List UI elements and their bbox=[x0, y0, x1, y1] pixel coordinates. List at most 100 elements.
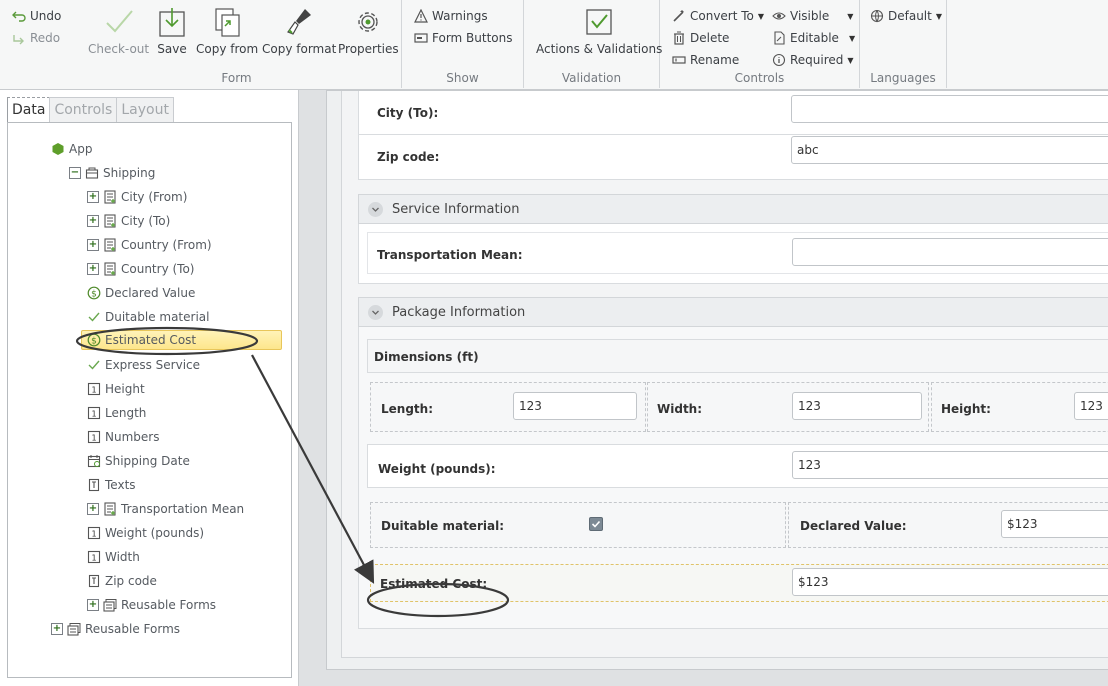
tab-controls[interactable]: Controls bbox=[49, 97, 118, 122]
controls-group: Convert To ▼ Delete Rename Visible ▼ Edi… bbox=[660, 0, 860, 88]
zip-code-input[interactable]: abc bbox=[791, 136, 1108, 164]
weight-input[interactable]: 123 bbox=[792, 451, 1108, 479]
expand-icon[interactable]: + bbox=[51, 623, 63, 635]
copy-format-button[interactable]: Copy format bbox=[262, 6, 336, 56]
redo-icon bbox=[13, 35, 24, 45]
history-group: Undo Redo bbox=[0, 0, 72, 88]
actions-validations-button[interactable]: Actions & Validations bbox=[536, 6, 662, 56]
svg-text:$: $ bbox=[91, 337, 97, 347]
copy-from-icon bbox=[215, 8, 240, 37]
form-inner-area: City (To): Zip code: abc Service Informa… bbox=[341, 91, 1108, 658]
tree-node-weight[interactable]: 1 Weight (pounds) bbox=[87, 523, 204, 543]
table-icon bbox=[104, 214, 116, 228]
expand-icon[interactable]: + bbox=[87, 191, 99, 203]
form-group: Check-out Save Copy from Copy format Pro… bbox=[72, 0, 402, 88]
tree-node-numbers[interactable]: 1 Numbers bbox=[87, 427, 159, 447]
form-container: City (To): Zip code: abc Service Informa… bbox=[326, 90, 1108, 670]
expand-icon[interactable]: + bbox=[87, 503, 99, 515]
forms-icon bbox=[103, 599, 117, 612]
currency-icon: $ bbox=[87, 333, 101, 347]
transport-mean-input[interactable] bbox=[792, 238, 1108, 266]
paintbrush-icon bbox=[287, 9, 312, 35]
convert-to-button[interactable]: Convert To ▼ bbox=[672, 9, 764, 23]
language-default-button[interactable]: Default ▼ bbox=[870, 9, 942, 23]
tree-node-height[interactable]: 1 Height bbox=[87, 379, 145, 399]
tree-node-length[interactable]: 1 Length bbox=[87, 403, 146, 423]
chevron-down-icon[interactable] bbox=[368, 304, 383, 320]
checkout-button[interactable]: Check-out bbox=[88, 6, 149, 56]
collapse-icon[interactable]: − bbox=[69, 167, 81, 179]
svg-text:$: $ bbox=[91, 290, 97, 300]
tree-node-country-to[interactable]: + Country (To) bbox=[87, 259, 194, 279]
service-info-header[interactable]: Service Information bbox=[358, 194, 1108, 224]
calendar-icon bbox=[87, 455, 101, 468]
show-group: Warnings Form Buttons Show bbox=[402, 0, 524, 88]
redo-button[interactable]: Redo bbox=[12, 31, 60, 45]
delete-button[interactable]: Delete bbox=[672, 31, 729, 45]
form-buttons-button[interactable]: Form Buttons bbox=[414, 31, 513, 45]
estimated-cost-row[interactable]: Estimated Cost: $123 bbox=[370, 564, 1108, 602]
properties-button[interactable]: Properties bbox=[338, 6, 399, 56]
save-button[interactable]: Save bbox=[157, 6, 187, 56]
tree-node-duitable-material[interactable]: Duitable material bbox=[87, 307, 209, 327]
form-canvas: City (To): Zip code: abc Service Informa… bbox=[300, 90, 1108, 686]
tree-node-shipping-date[interactable]: Shipping Date bbox=[87, 451, 190, 471]
expand-icon[interactable]: + bbox=[87, 239, 99, 251]
tree-node-zip-code[interactable]: Zip code bbox=[87, 571, 157, 591]
duitable-checkbox[interactable] bbox=[589, 517, 603, 531]
tree-node-texts[interactable]: Texts bbox=[87, 475, 136, 495]
tree-node-city-from[interactable]: + City (From) bbox=[87, 187, 187, 207]
undo-button[interactable]: Undo bbox=[12, 9, 61, 23]
city-to-row: City (To): bbox=[358, 91, 1108, 135]
tab-layout[interactable]: Layout bbox=[116, 97, 174, 122]
tree-node-reusable-forms-root[interactable]: + Reusable Forms bbox=[51, 619, 180, 639]
ribbon-toolbar: Undo Redo Check-out Save Copy from Copy … bbox=[0, 0, 1108, 90]
data-tree: App − Shipping + City (From) + City (To)… bbox=[7, 122, 292, 678]
tree-node-express-service[interactable]: Express Service bbox=[87, 355, 200, 375]
info-icon bbox=[772, 53, 786, 67]
tree-node-reusable-forms-inner[interactable]: + Reusable Forms bbox=[87, 595, 216, 615]
text-field-icon bbox=[88, 478, 100, 492]
chevron-down-icon: ▼ bbox=[848, 33, 856, 43]
chevron-down-icon: ▼ bbox=[847, 11, 854, 21]
save-icon bbox=[159, 8, 185, 37]
expand-icon[interactable]: + bbox=[87, 599, 99, 611]
tree-node-estimated-cost[interactable]: $ Estimated Cost bbox=[81, 330, 282, 350]
text-field-icon bbox=[88, 574, 100, 588]
form-group-label: Form bbox=[221, 71, 252, 85]
declared-value-input[interactable]: $123 bbox=[1001, 510, 1108, 538]
transport-mean-row: Transportation Mean: bbox=[358, 224, 1108, 284]
zip-code-row: Zip code: abc bbox=[358, 134, 1108, 180]
tree-node-city-to[interactable]: + City (To) bbox=[87, 211, 170, 231]
visible-button[interactable]: Visible ▼ bbox=[772, 9, 853, 23]
tree-node-app[interactable]: App bbox=[51, 139, 92, 159]
required-button[interactable]: Required ▼ bbox=[772, 53, 854, 67]
chevron-down-icon[interactable] bbox=[368, 201, 383, 217]
currency-icon: $ bbox=[87, 286, 101, 300]
tree-node-shipping[interactable]: − Shipping bbox=[69, 163, 155, 183]
tab-data[interactable]: Data bbox=[7, 97, 51, 122]
chevron-down-icon: ▼ bbox=[757, 11, 765, 21]
city-to-input[interactable] bbox=[791, 95, 1108, 123]
estimated-cost-input[interactable]: $123 bbox=[792, 568, 1108, 596]
package-info-body: Dimensions (ft) Length: 123 Width: 123 H… bbox=[358, 327, 1108, 629]
width-input[interactable]: 123 bbox=[792, 392, 922, 420]
controls-group-label: Controls bbox=[734, 71, 785, 85]
tree-node-country-from[interactable]: + Country (From) bbox=[87, 235, 212, 255]
number-icon: 1 bbox=[87, 382, 101, 396]
validation-group: Actions & Validations Validation bbox=[524, 0, 662, 88]
package-info-header[interactable]: Package Information bbox=[358, 297, 1108, 327]
height-input[interactable]: 123 bbox=[1074, 392, 1108, 420]
length-input[interactable]: 123 bbox=[513, 392, 637, 420]
expand-icon[interactable]: + bbox=[87, 215, 99, 227]
eye-icon bbox=[772, 12, 786, 20]
tree-node-width[interactable]: 1 Width bbox=[87, 547, 140, 567]
copy-from-button[interactable]: Copy from bbox=[196, 6, 258, 56]
rename-button[interactable]: Rename bbox=[672, 53, 739, 67]
editable-button[interactable]: Editable ▼ bbox=[772, 31, 855, 45]
height-label: Height: bbox=[941, 402, 991, 416]
tree-node-transportation-mean[interactable]: + Transportation Mean bbox=[87, 499, 244, 519]
expand-icon[interactable]: + bbox=[87, 263, 99, 275]
tree-node-declared-value[interactable]: $ Declared Value bbox=[87, 283, 195, 303]
warnings-button[interactable]: Warnings bbox=[414, 9, 488, 23]
